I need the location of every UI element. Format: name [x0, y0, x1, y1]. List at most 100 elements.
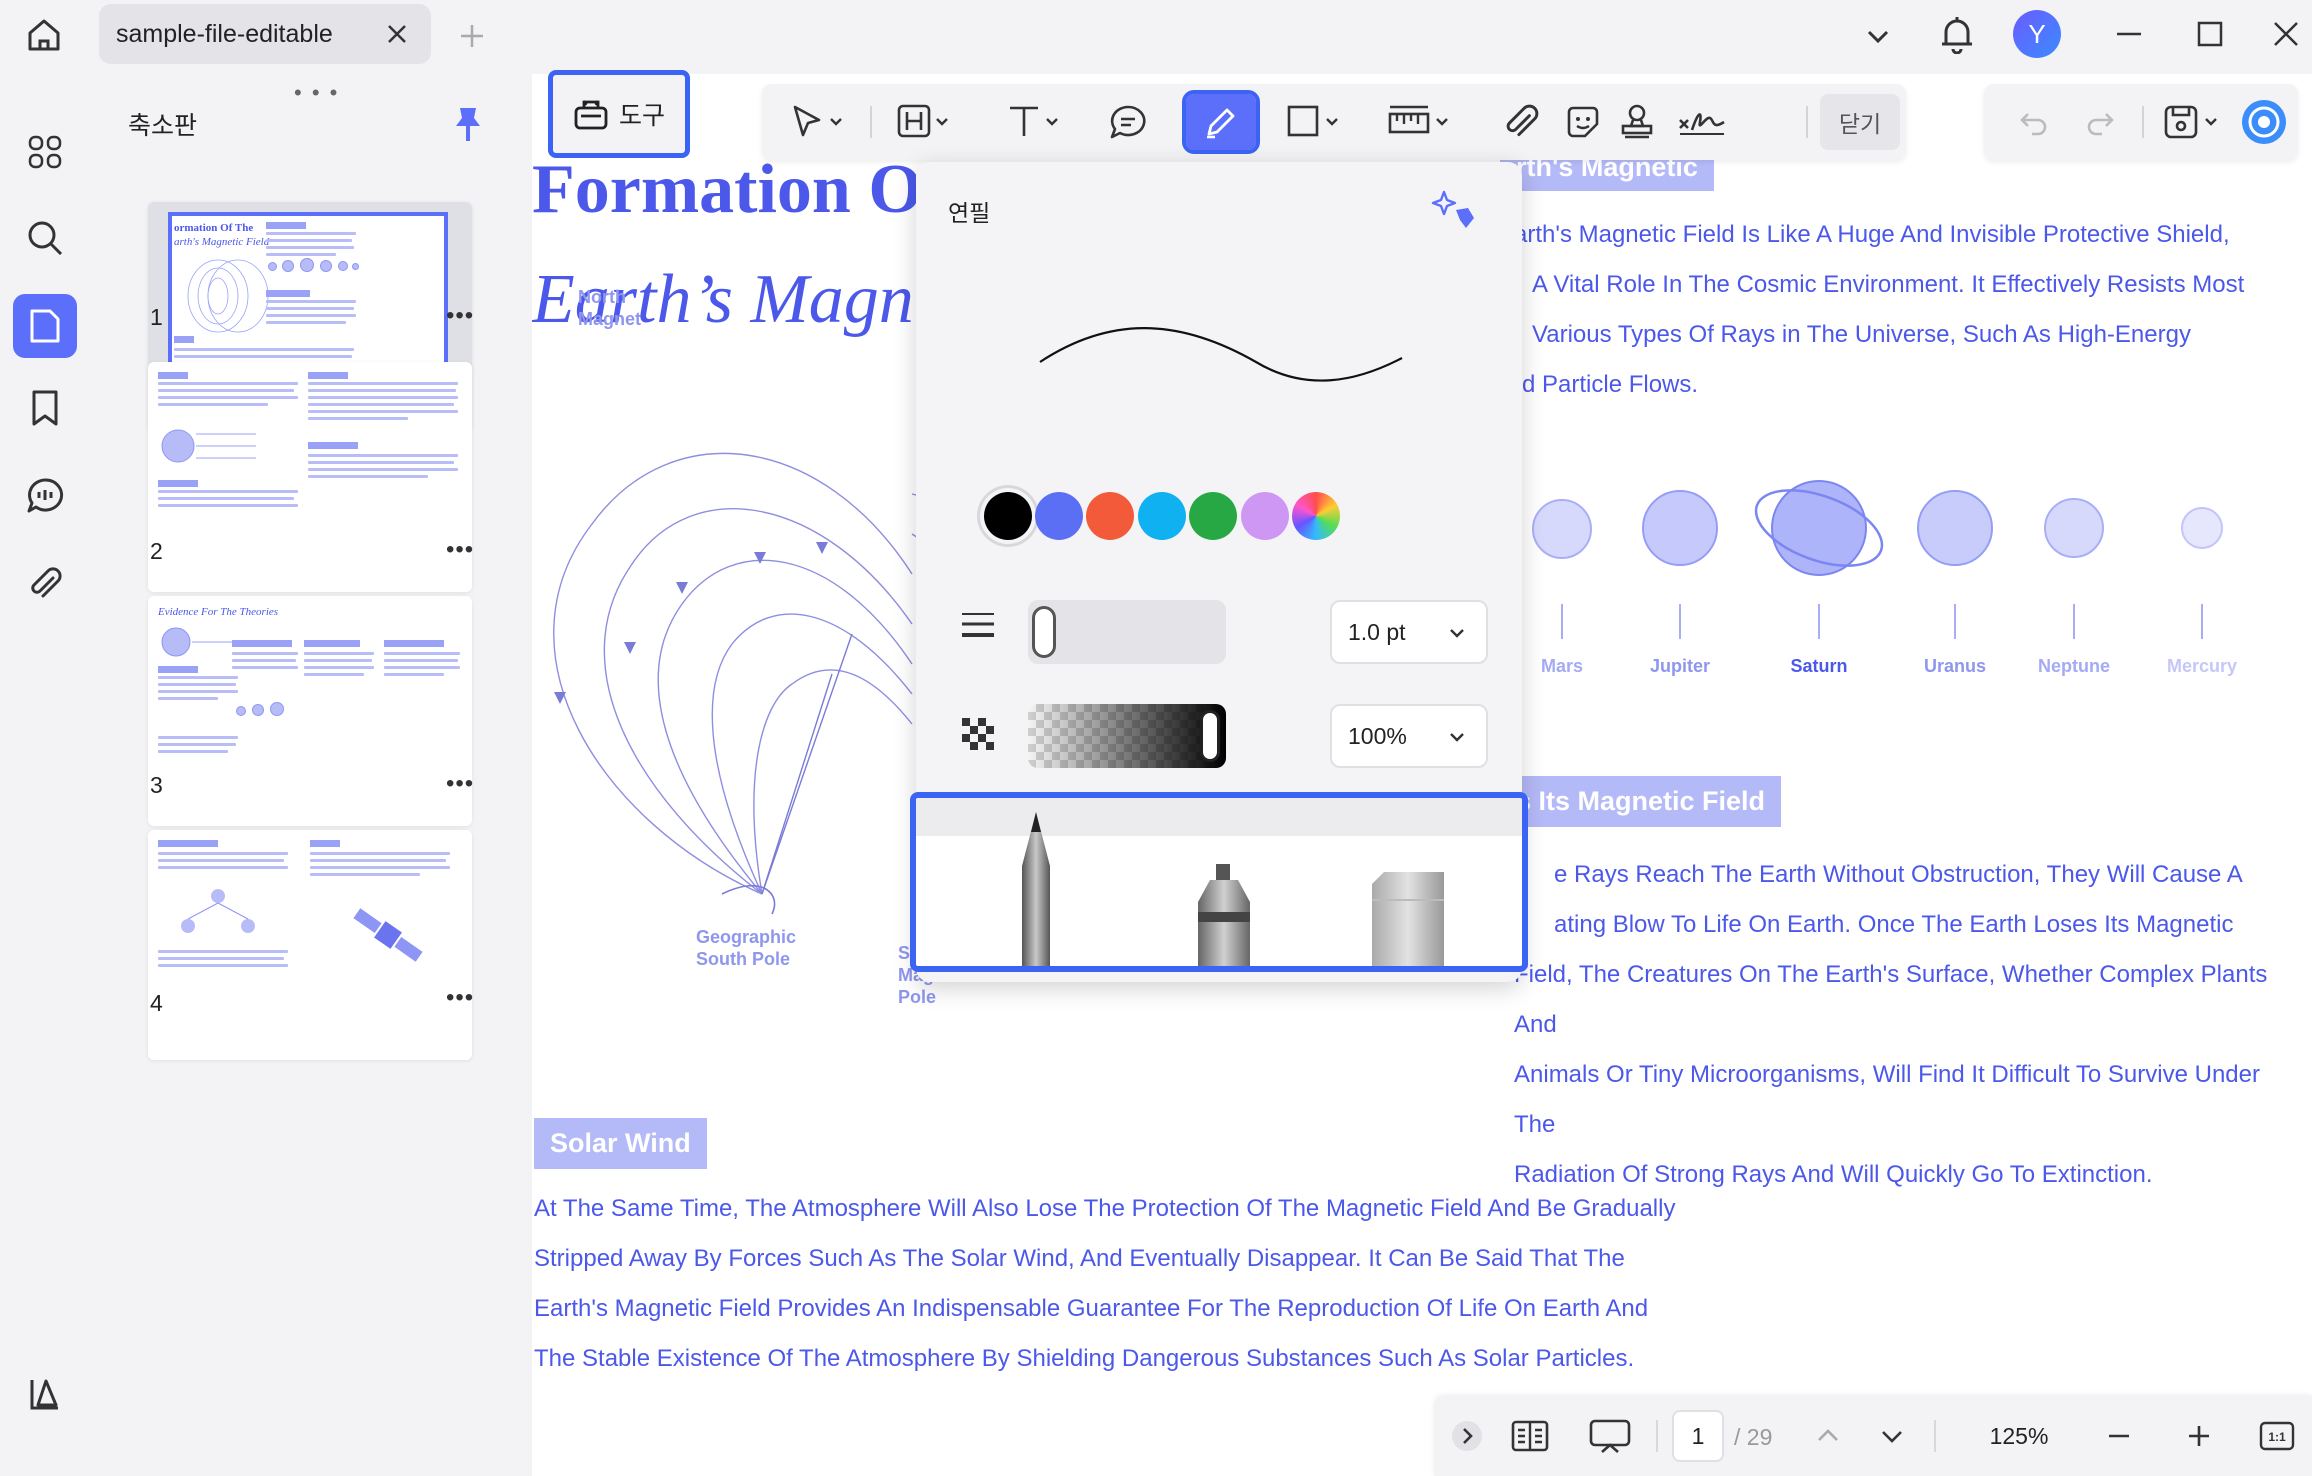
redo-button[interactable]	[2074, 94, 2130, 150]
thumbnail-tag	[384, 640, 444, 647]
previous-page-button[interactable]	[1806, 1410, 1850, 1462]
heading-tool-button[interactable]	[888, 94, 958, 150]
page-thumbnail-4[interactable]	[148, 830, 472, 1060]
close-window-icon[interactable]	[2264, 14, 2308, 54]
attachment-icon[interactable]	[13, 552, 77, 616]
thickness-slider[interactable]	[1028, 600, 1226, 664]
close-toolbar-button[interactable]: 닫기	[1820, 94, 1900, 150]
shape-tool-button[interactable]	[1278, 94, 1348, 150]
zoom-level[interactable]: 125%	[1974, 1410, 2064, 1462]
measure-tool-button[interactable]	[1380, 94, 1460, 150]
thumbnail-line	[384, 652, 460, 655]
opacity-select[interactable]: 100%	[1330, 704, 1488, 768]
color-swatch-cyan[interactable]	[1138, 492, 1186, 540]
section-tag-loss-of-field: s Its Magnetic Field	[1500, 776, 1782, 827]
paragraph-line: arth's Magnetic Field Is Like A Huge And…	[1514, 221, 2230, 248]
paragraph-line: At The Same Time, The Atmosphere Will Al…	[534, 1195, 1676, 1222]
chevron-down-icon[interactable]	[1858, 16, 1898, 56]
thumbnail-diagram	[161, 429, 256, 463]
layers-icon[interactable]	[13, 1362, 77, 1426]
ai-assistant-button[interactable]	[2238, 94, 2290, 150]
thumbnail-tag	[158, 372, 188, 379]
north-pole-label: North Magnet	[578, 286, 641, 330]
signature-tool-button[interactable]	[1670, 94, 1734, 150]
paragraph-line: The Stable Existence Of The Atmosphere B…	[534, 1345, 1635, 1372]
sticker-tool-button[interactable]	[1558, 94, 1608, 150]
thumbnail-line	[158, 866, 288, 869]
presentation-button[interactable]	[1580, 1410, 1640, 1462]
close-tab-icon[interactable]	[383, 20, 411, 48]
stamp-tool-button[interactable]	[1612, 94, 1662, 150]
color-swatch-violet[interactable]	[1241, 492, 1289, 540]
next-page-button[interactable]	[1870, 1410, 1914, 1462]
color-swatch-black[interactable]	[984, 492, 1032, 540]
thumbnail-planet	[282, 260, 294, 272]
tools-button[interactable]: 도구	[548, 70, 690, 158]
magic-pin-icon[interactable]	[1430, 188, 1478, 232]
page-icon[interactable]	[13, 294, 77, 358]
thumbnail-more-button[interactable]: •••	[446, 302, 474, 330]
color-picker-rainbow[interactable]	[1292, 492, 1340, 540]
color-swatch-green[interactable]	[1189, 492, 1237, 540]
panel-drag-handle[interactable]: • • •	[294, 80, 339, 106]
marker-type-option[interactable]	[1188, 860, 1264, 966]
document-tab[interactable]: sample-file-editable	[99, 4, 431, 64]
home-icon[interactable]	[18, 12, 70, 58]
thickness-select[interactable]: 1.0 pt	[1330, 600, 1488, 664]
thumbnail-more-button[interactable]: •••	[446, 536, 474, 564]
thumbnail-line	[158, 957, 284, 960]
color-swatch-blue[interactable]	[1035, 492, 1083, 540]
pen-type-selector	[910, 792, 1528, 972]
expand-panel-button[interactable]	[1444, 1410, 1490, 1462]
planet-label-uranus: Uranus	[1923, 656, 1986, 676]
text-tool-button[interactable]	[998, 94, 1068, 150]
thumbnail-line	[304, 659, 372, 662]
pencil-tool-button[interactable]	[1182, 90, 1260, 154]
zoom-out-button[interactable]	[2094, 1410, 2144, 1462]
actual-size-icon: 1:1	[2259, 1421, 2295, 1451]
add-tab-icon[interactable]	[452, 18, 492, 54]
thumbnail-more-button[interactable]: •••	[446, 770, 474, 798]
thumbnail-tag	[158, 480, 198, 487]
select-tool-button[interactable]	[782, 94, 852, 150]
maximize-window-icon[interactable]	[2186, 14, 2234, 54]
notification-bell-icon[interactable]	[1935, 10, 1979, 58]
actual-size-button[interactable]: 1:1	[2252, 1410, 2302, 1462]
user-avatar[interactable]: Y	[2013, 10, 2061, 58]
planet-label-jupiter: Jupiter	[1649, 656, 1710, 676]
pencil-settings-popover: 연필 1.0 pt 100%	[910, 162, 1528, 982]
save-button[interactable]	[2154, 94, 2230, 150]
bookmark-icon[interactable]	[13, 376, 77, 440]
comment-icon[interactable]	[13, 464, 77, 528]
page-thumbnail-2[interactable]	[148, 362, 472, 592]
thickness-slider-handle[interactable]	[1032, 606, 1056, 658]
thumbnail-title: Evidence For The Theories	[158, 606, 279, 618]
thumbnail-line	[308, 417, 408, 420]
status-separator	[1934, 1420, 1936, 1452]
thumbnail-line	[158, 743, 236, 746]
undo-button[interactable]	[2004, 94, 2060, 150]
page-number-input[interactable]: 1	[1672, 1410, 1724, 1462]
mercury-planet	[2181, 507, 2223, 549]
search-icon[interactable]	[13, 206, 77, 270]
attach-tool-button[interactable]	[1496, 94, 1546, 150]
thumbnail-planet	[338, 261, 348, 271]
eraser-type-option[interactable]	[1368, 870, 1448, 966]
thumbnail-tag	[232, 640, 292, 647]
color-swatch-orange[interactable]	[1086, 492, 1134, 540]
pencil-type-option[interactable]	[1006, 806, 1066, 966]
thumbnail-line	[158, 497, 294, 500]
minimize-window-icon[interactable]	[2105, 14, 2153, 54]
grid-icon[interactable]	[13, 120, 77, 184]
pin-icon[interactable]	[450, 104, 490, 144]
thumbnail-tag	[308, 442, 358, 449]
comment-tool-button[interactable]	[1102, 94, 1154, 150]
page-layout-button[interactable]	[1500, 1410, 1560, 1462]
zoom-in-button[interactable]	[2174, 1410, 2224, 1462]
thumbnail-more-button[interactable]: •••	[446, 984, 474, 1012]
thumbnail-line	[158, 852, 288, 855]
page-thumbnail-3[interactable]: Evidence For The Theories	[148, 596, 472, 826]
thumbnail-title: ormation Of The	[174, 222, 254, 234]
opacity-slider[interactable]	[1028, 704, 1226, 768]
opacity-slider-handle[interactable]	[1200, 710, 1220, 762]
